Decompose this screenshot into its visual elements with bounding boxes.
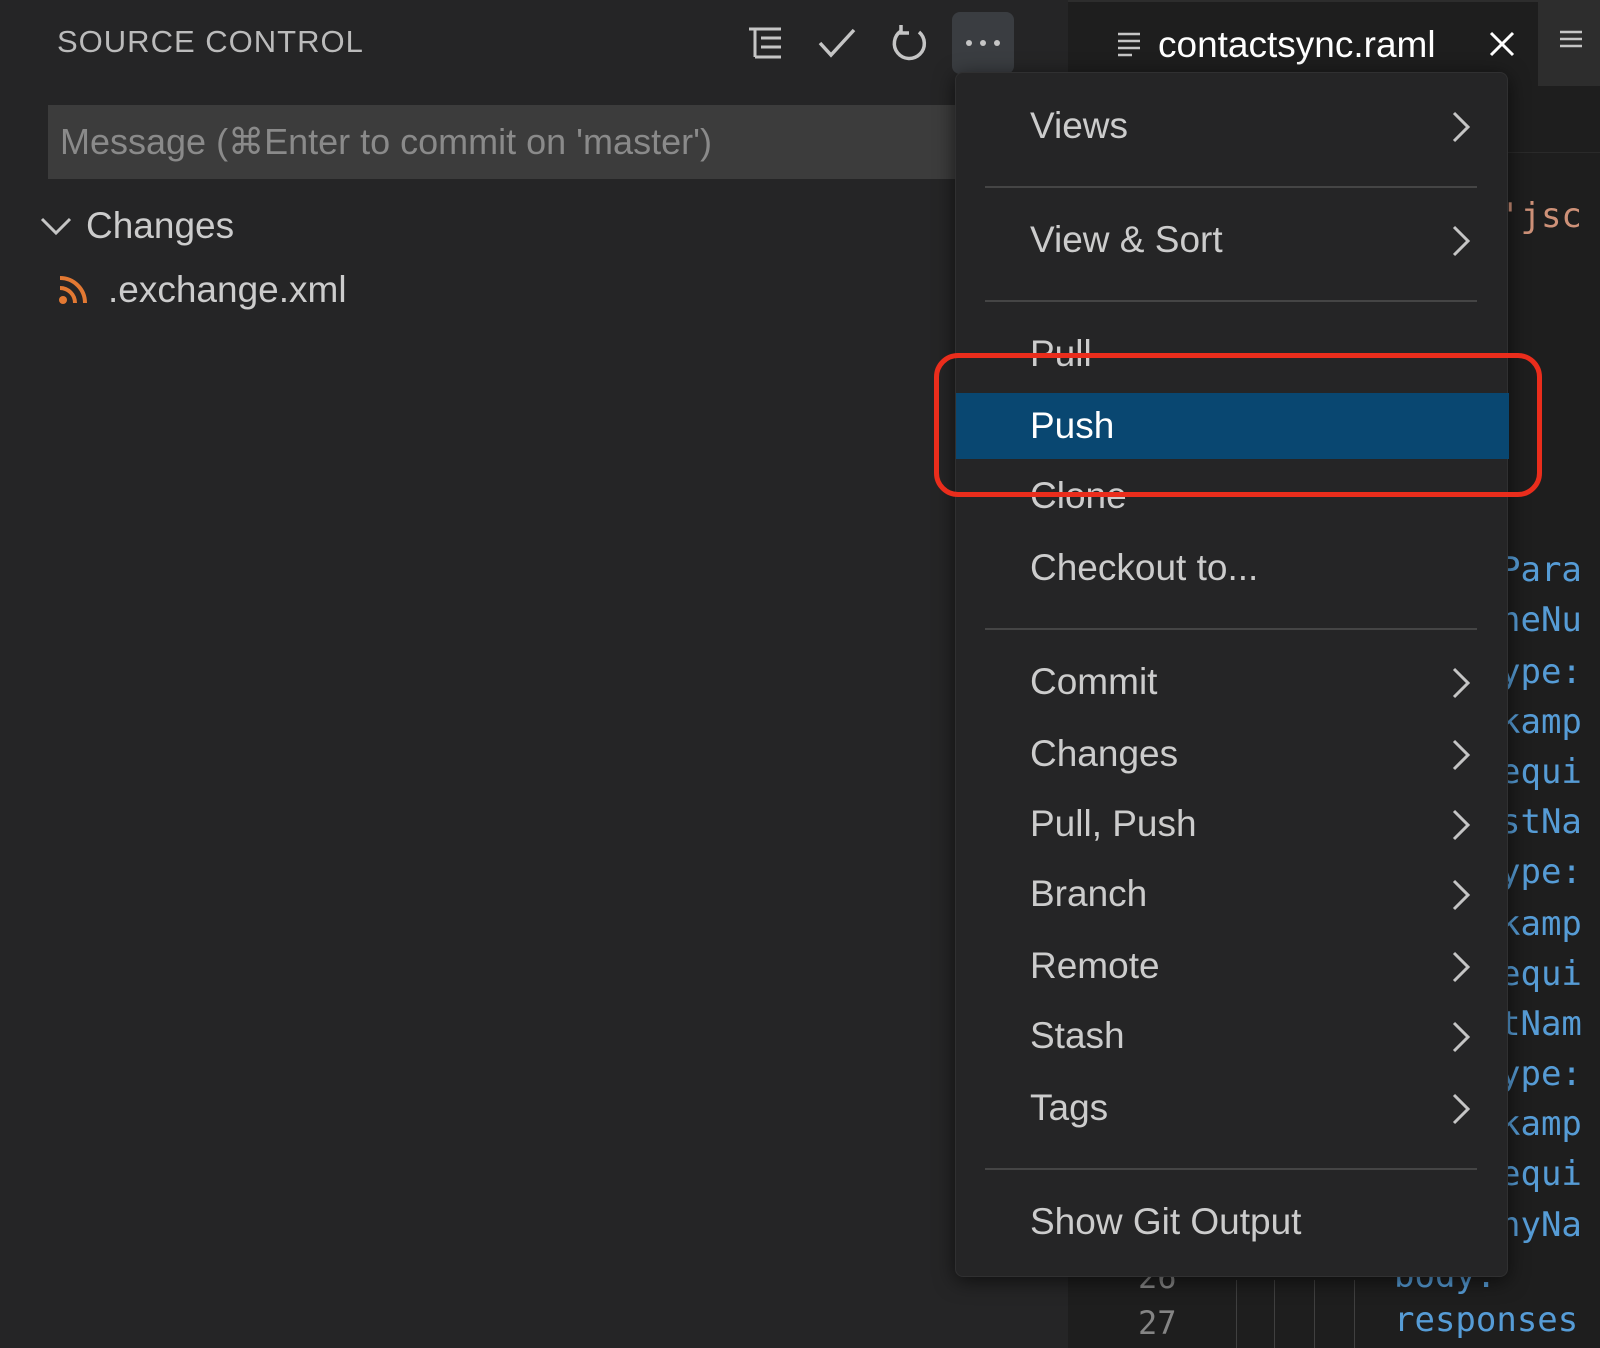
menu-item-label: Pull, Push [1030,803,1197,844]
view-as-tree-button[interactable] [734,12,796,74]
menu-item-label: Stash [1030,1015,1125,1056]
chevron-right-icon [1452,1093,1471,1125]
source-control-panel: SOURCE CONTROL Message (⌘Enter to commit… [0,0,1068,1348]
code-fragment: kamp [1500,904,1582,944]
menu-item-label: Views [1030,105,1129,146]
source-control-header: SOURCE CONTROL [0,0,1068,86]
vscode-window: SOURCE CONTROL Message (⌘Enter to commit… [0,0,1600,1348]
code-fragment: responses [1394,1300,1579,1340]
menu-item-label: Remote [1030,945,1160,986]
code-fragment: ype: [1500,652,1582,692]
menu-item-pull[interactable]: Pull [956,319,1509,389]
chevron-right-icon [1452,879,1471,911]
menu-separator [985,628,1477,630]
menu-item-views[interactable]: Views [956,91,1509,161]
chevron-right-icon [1452,667,1471,699]
menu-separator [985,186,1477,188]
menu-item-label: Changes [1030,733,1179,774]
refresh-icon [892,25,927,61]
commit-button[interactable] [806,12,868,74]
tab-list-icon[interactable] [1558,28,1584,56]
menu-separator [985,300,1477,302]
commit-message-input[interactable] [48,105,1068,179]
changes-group-label: Changes [86,205,235,246]
menu-item-show-git-output[interactable]: Show Git Output [956,1187,1509,1257]
menu-item-checkout-to[interactable]: Checkout to... [956,533,1509,603]
more-actions-button[interactable] [952,12,1014,74]
menu-item-label: Checkout to... [1030,547,1259,588]
menu-item-remote[interactable]: Remote [956,931,1509,1001]
rss-icon [59,276,87,304]
code-fragment: tNam [1500,1004,1582,1044]
file-lines-icon [1118,32,1140,57]
indent-guide [1354,1280,1355,1348]
chevron-right-icon [1452,225,1471,257]
menu-item-tags[interactable]: Tags [956,1073,1509,1143]
menu-item-view-sort[interactable]: View & Sort [956,205,1509,275]
refresh-button[interactable] [878,12,940,74]
changes-group-header[interactable]: Changes [36,196,936,256]
chevron-right-icon [1452,111,1471,143]
chevron-down-icon [40,217,72,236]
menu-item-commit[interactable]: Commit [956,647,1509,717]
indent-guide [1314,1280,1315,1348]
code-fragment: neNu [1500,600,1582,640]
chevron-right-icon [1452,739,1471,771]
menu-separator [985,1168,1477,1170]
code-fragment: equi [1500,1154,1582,1194]
code-fragment: equi [1500,752,1582,792]
tab-label: contactsync.raml [1158,24,1436,65]
tab-strip [1538,0,1600,86]
code-fragment: ype: [1500,852,1582,892]
menu-item-label: View & Sort [1030,219,1223,260]
close-icon[interactable] [1488,30,1516,58]
menu-item-pull-push[interactable]: Pull, Push [956,789,1509,859]
more-actions-menu: Views View & Sort Pull Push Clone Checkout to… [955,72,1509,1277]
menu-item-label: Push [1030,405,1115,446]
view-as-tree-icon [749,27,781,59]
code-fragment: Para [1500,550,1582,590]
panel-title: SOURCE CONTROL [57,24,364,59]
menu-item-label: Pull [1030,333,1092,374]
line-number: 27 [1138,1304,1177,1342]
menu-item-changes[interactable]: Changes [956,719,1509,789]
code-fragment: kamp [1500,1104,1582,1144]
indent-guide [1236,1280,1237,1348]
chevron-right-icon [1452,951,1471,983]
changed-file-row[interactable]: .exchange.xml [56,260,956,320]
menu-item-clone[interactable]: Clone [956,461,1509,531]
menu-item-label: Tags [1030,1087,1109,1128]
menu-item-push[interactable]: Push [956,393,1509,459]
menu-item-label: Branch [1030,873,1148,914]
chevron-right-icon [1452,1021,1471,1053]
code-fragment: stNa [1500,802,1582,842]
menu-item-label: Show Git Output [1030,1201,1302,1242]
code-fragment: ype: [1500,1054,1582,1094]
code-fragment: equi [1500,954,1582,994]
menu-item-branch[interactable]: Branch [956,859,1509,929]
more-actions-icon [966,40,1000,46]
code-fragment: kamp [1500,702,1582,742]
menu-item-label: Clone [1030,475,1127,516]
indent-guide [1274,1280,1275,1348]
menu-item-stash[interactable]: Stash [956,1001,1509,1071]
code-fragment: 'jsc [1500,196,1582,236]
chevron-right-icon [1452,809,1471,841]
menu-item-label: Commit [1030,661,1158,702]
changed-file-name: .exchange.xml [108,269,347,310]
code-fragment: nyNa [1500,1205,1582,1245]
check-icon [818,28,856,58]
